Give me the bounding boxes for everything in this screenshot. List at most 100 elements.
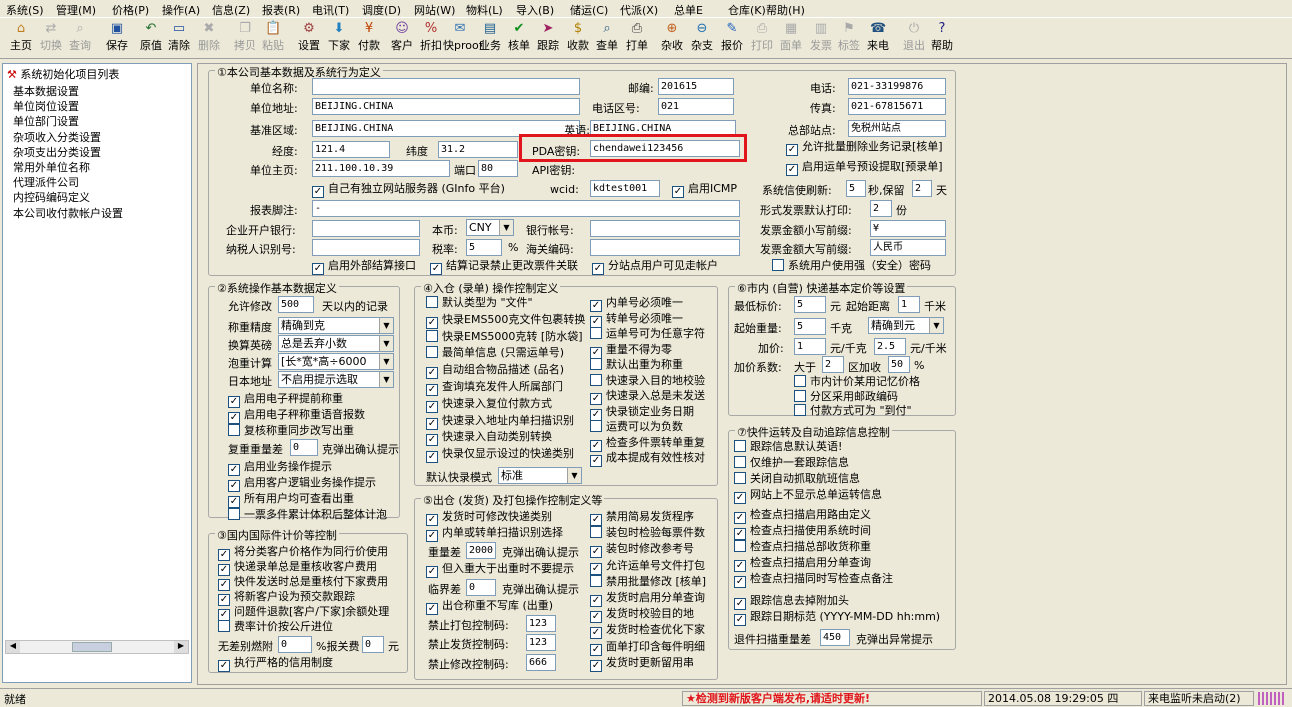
forbid-pack-code-field[interactable]: 123 (526, 615, 556, 632)
toolbar-button[interactable]: ⏻ 退出 (901, 21, 927, 57)
own-server-checkbox[interactable]: ✓ 自己有独立网站服务器 (GInfo 平台) (312, 182, 505, 198)
toolbar-button[interactable]: ⎙ 打单 (624, 21, 650, 57)
option-checkbox[interactable]: ✓ 快录锁定业务日期 (590, 405, 694, 421)
option-checkbox[interactable]: 运单号可为任意字符 (590, 327, 705, 341)
customs-code-field[interactable] (590, 239, 740, 256)
customer-logic-tips-checkbox[interactable]: ✓ 启用客户逻辑业务操作提示 (228, 476, 376, 492)
reweigh-sync-checkbox[interactable]: 复核称重同步改写出重 (228, 424, 354, 438)
toolbar-button[interactable]: ⇄ 切换 (38, 21, 64, 57)
new-customer-prepay-checkbox[interactable]: ✓ 将新客户设为预交款跟踪 (218, 590, 355, 606)
menu-item[interactable]: 电讯(T) (312, 2, 349, 18)
start-weight-field[interactable]: 5 (794, 318, 826, 335)
option-checkbox[interactable]: ✓ 快速录入复位付款方式 (426, 397, 552, 413)
city-memory-price-checkbox[interactable]: 市内计价某用记忆价格 (794, 375, 920, 389)
recheck-vendor-fee-checkbox[interactable]: ✓ 快件发送时总是重核付下家费用 (218, 575, 388, 591)
modify-express-type-checkbox[interactable]: ✓ 发货时可修改快递类别 (426, 510, 552, 526)
option-checkbox[interactable]: 默认出重为称重 (590, 358, 683, 372)
menu-item[interactable]: 报表(R) (262, 2, 300, 18)
toolbar-button[interactable]: ✖ 删除 (196, 21, 222, 57)
horizontal-scrollbar[interactable]: ◀ ▶ (5, 640, 189, 654)
option-checkbox[interactable]: ✓ 快速录入地址内单扫描识别 (426, 414, 574, 430)
option-checkbox[interactable]: 快速录入目的地校验 (590, 373, 705, 388)
area-code-field[interactable]: 021 (658, 98, 734, 115)
option-checkbox[interactable]: ✓ 跟踪日期标范 (YYYY-MM-DD hh:mm) (734, 610, 940, 626)
menu-item[interactable]: 储运(C) (570, 2, 608, 18)
toolbar-button[interactable]: ✔ 核单 (506, 21, 532, 57)
option-checkbox[interactable]: ✓ 成本提成有效性核对 (590, 451, 705, 467)
longitude-field[interactable]: 121.4 (312, 141, 390, 158)
toolbar-button[interactable]: ▭ 清除 (166, 21, 192, 57)
critical-diff-field[interactable]: 0 (466, 579, 496, 596)
option-checkbox[interactable]: ✓ 快速录入自动类别转换 (426, 430, 552, 447)
menu-item[interactable]: 操作(A) (162, 2, 200, 18)
toolbar-button[interactable]: ▤ 业务 (477, 21, 503, 57)
scale-preweigh-checkbox[interactable]: ✓ 启用电子秤提前称重 (228, 392, 343, 408)
factor-pct-field[interactable]: 50 (888, 356, 910, 373)
branch-visible-checkbox[interactable]: ✓ 分站点用户可见走帐户 (592, 259, 718, 275)
settle-lock-checkbox[interactable]: ✓ 结算记录禁止更改票件关联 (430, 259, 578, 275)
menu-item[interactable]: 管理(M) (56, 2, 96, 18)
option-checkbox[interactable]: ✓ 转单号必须唯一 (590, 312, 683, 328)
tax-rate-field[interactable]: 5 (466, 239, 502, 256)
toolbar-button[interactable]: ☺ 客户 (389, 21, 415, 57)
scroll-left-icon[interactable]: ◀ (6, 641, 20, 653)
rate-kg-round-checkbox[interactable]: 费率计价按公斤进位 (218, 620, 333, 634)
toolbar-button[interactable]: ▣ 保存 (104, 21, 130, 57)
toolbar-button[interactable]: ¥ 付款 (356, 21, 382, 57)
option-checkbox[interactable]: ✓ 发货时校验目的地 (590, 607, 694, 624)
list-item[interactable]: 单位岗位设置 (13, 98, 79, 114)
toolbar-button[interactable]: ⊕ 杂收 (659, 21, 685, 57)
menu-item[interactable]: 信息(Z) (212, 2, 250, 18)
option-checkbox[interactable]: ✓ 内单号必须唯一 (590, 296, 683, 312)
option-checkbox[interactable]: ✓ 发货时启用分单查询 (590, 591, 705, 607)
allow-batch-delete-checkbox[interactable]: ✓ 允许批量删除业务记录[核单] (786, 140, 943, 156)
company-name-field[interactable] (312, 78, 580, 95)
option-checkbox[interactable]: ✓ 检查点扫描启用分单查询 (734, 556, 871, 572)
menu-item[interactable]: 导入(B) (516, 2, 554, 18)
refresh-seconds-field[interactable]: 5 (846, 180, 866, 197)
option-checkbox[interactable]: ✓ 网站上不显示总单运转信息 (734, 488, 882, 504)
toolbar-button[interactable]: 📋 粘贴 (260, 21, 286, 57)
toolbar-button[interactable]: ☎ 来电 (865, 21, 891, 57)
scale-voice-checkbox[interactable]: ✓ 启用电子秤称重语音报数 (228, 408, 365, 424)
option-checkbox[interactable]: 仅维护一套跟踪信息 (734, 456, 849, 470)
option-checkbox[interactable]: ✓ 检查多件票转单重复 (590, 436, 705, 452)
menu-item[interactable]: 调度(D) (362, 2, 401, 18)
option-checkbox[interactable]: 最简单信息 (只需运单号) (426, 346, 564, 360)
toolbar-button[interactable]: ✉ 快proof (443, 21, 483, 57)
quick-entry-mode-select[interactable]: 标准 ▼ (498, 467, 582, 484)
option-checkbox[interactable]: ✓ 快录仅显示设过的快递类别 (426, 447, 574, 464)
toolbar-button[interactable]: ▦ 面单 (778, 21, 804, 57)
start-distance-field[interactable]: 1 (898, 296, 920, 313)
list-item[interactable]: 本公司收付款帐户设置 (13, 205, 123, 221)
list-item[interactable]: 常用外单位名称 (13, 159, 90, 175)
forbid-modify-code-field[interactable]: 666 (526, 654, 556, 671)
toolbar-button[interactable]: ? 帮助 (929, 21, 955, 57)
icmp-checkbox[interactable]: ✓ 启用ICMP (672, 182, 737, 198)
add-price-kg-field[interactable]: 1 (794, 338, 826, 355)
multi-piece-volume-checkbox[interactable]: 一票多件累计体积后整体计泡 (228, 508, 387, 522)
report-footer-field[interactable]: - (312, 200, 740, 217)
option-checkbox[interactable]: 关闭自动抓取航班信息 (734, 472, 860, 486)
list-item[interactable]: 单位部门设置 (13, 113, 79, 129)
option-checkbox[interactable]: ✓ 跟踪信息去掉附加头 (734, 594, 849, 610)
toolbar-button[interactable]: ✎ 报价 (719, 21, 745, 57)
list-item[interactable]: 内控码编码定义 (13, 189, 90, 205)
factor-zone-field[interactable]: 2 (822, 356, 844, 373)
toolbar-button[interactable]: ▥ 发票 (808, 21, 834, 57)
option-checkbox[interactable]: ✓ 检查点扫描使用系统时间 (734, 524, 871, 540)
toolbar-button[interactable]: $ 收款 (565, 21, 591, 57)
price-precision-select[interactable]: 精确到元 ▼ (868, 317, 944, 334)
menu-item[interactable]: 网站(W) (414, 2, 455, 18)
invoice-copies-field[interactable]: 2 (870, 200, 892, 217)
outbound-no-write-checkbox[interactable]: ✓ 出仓称重不写库 (出重) (426, 599, 553, 615)
toolbar-button[interactable]: ❐ 拷贝 (232, 21, 258, 57)
latitude-field[interactable]: 31.2 (438, 141, 518, 158)
problem-refund-checkbox[interactable]: ✓ 问题件退款[客户/下家]余额处理 (218, 605, 389, 621)
keep-days-field[interactable]: 2 (912, 180, 932, 197)
zip-field[interactable]: 201615 (658, 78, 734, 95)
customs-fee-field[interactable]: 0 (362, 636, 384, 653)
operation-tips-checkbox[interactable]: ✓ 启用业务操作提示 (228, 460, 332, 476)
address-field[interactable]: BEIJING.CHINA (312, 98, 580, 115)
option-checkbox[interactable]: 跟踪信息默认英语! (734, 440, 842, 454)
